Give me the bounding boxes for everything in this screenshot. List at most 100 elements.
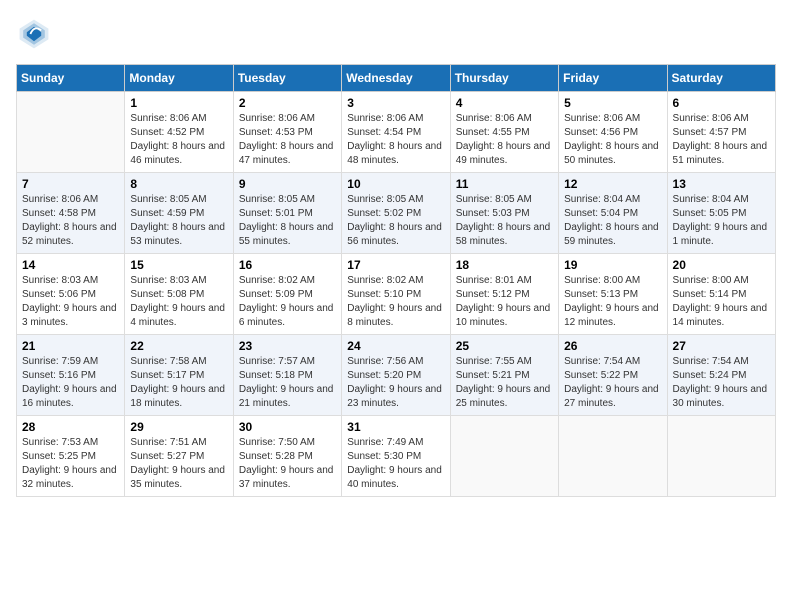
day-info: Sunrise: 8:06 AM Sunset: 4:53 PM Dayligh… (239, 112, 336, 168)
day-number: 30 (239, 420, 336, 434)
day-cell: 31 Sunrise: 7:49 AM Sunset: 5:30 PM Dayli… (342, 416, 450, 497)
day-number: 5 (564, 96, 661, 110)
day-cell: 10 Sunrise: 8:05 AM Sunset: 5:02 PM Dayli… (342, 173, 450, 254)
day-cell: 23 Sunrise: 7:57 AM Sunset: 5:18 PM Dayli… (233, 335, 341, 416)
day-number: 23 (239, 339, 336, 353)
day-number: 2 (239, 96, 336, 110)
day-number: 13 (673, 177, 770, 191)
day-cell: 1 Sunrise: 8:06 AM Sunset: 4:52 PM Daylig… (125, 92, 233, 173)
day-info: Sunrise: 7:50 AM Sunset: 5:28 PM Dayligh… (239, 436, 336, 492)
day-number: 26 (564, 339, 661, 353)
day-cell: 16 Sunrise: 8:02 AM Sunset: 5:09 PM Dayli… (233, 254, 341, 335)
day-cell (667, 416, 775, 497)
header-cell-wednesday: Wednesday (342, 65, 450, 92)
logo-icon (16, 16, 52, 52)
day-info: Sunrise: 8:06 AM Sunset: 4:54 PM Dayligh… (347, 112, 444, 168)
day-cell: 6Sunrise: 8:06 AM Sunset: 4:57 PM Daylig… (667, 92, 775, 173)
day-info: Sunrise: 8:06 AM Sunset: 4:56 PM Dayligh… (564, 112, 661, 168)
day-info: Sunrise: 8:04 AM Sunset: 5:05 PM Dayligh… (673, 193, 770, 249)
day-number: 7 (22, 177, 119, 191)
day-number: 24 (347, 339, 444, 353)
day-cell: 26Sunrise: 7:54 AM Sunset: 5:22 PM Dayli… (559, 335, 667, 416)
day-info: Sunrise: 7:55 AM Sunset: 5:21 PM Dayligh… (456, 355, 553, 411)
day-info: Sunrise: 7:58 AM Sunset: 5:17 PM Dayligh… (130, 355, 227, 411)
page-header (16, 16, 776, 52)
day-info: Sunrise: 8:01 AM Sunset: 5:12 PM Dayligh… (456, 274, 553, 330)
day-number: 28 (22, 420, 119, 434)
week-row-2: 7 Sunrise: 8:06 AM Sunset: 4:58 PM Daylig… (17, 173, 776, 254)
day-number: 15 (130, 258, 227, 272)
day-cell: 21 Sunrise: 7:59 AM Sunset: 5:16 PM Dayli… (17, 335, 125, 416)
header-cell-friday: Friday (559, 65, 667, 92)
day-info: Sunrise: 8:05 AM Sunset: 5:02 PM Dayligh… (347, 193, 444, 249)
day-cell: 17 Sunrise: 8:02 AM Sunset: 5:10 PM Dayli… (342, 254, 450, 335)
day-cell: 28Sunrise: 7:53 AM Sunset: 5:25 PM Dayli… (17, 416, 125, 497)
day-number: 10 (347, 177, 444, 191)
day-number: 14 (22, 258, 119, 272)
header-cell-tuesday: Tuesday (233, 65, 341, 92)
day-cell: 3 Sunrise: 8:06 AM Sunset: 4:54 PM Daylig… (342, 92, 450, 173)
day-number: 3 (347, 96, 444, 110)
day-cell: 14 Sunrise: 8:03 AM Sunset: 5:06 PM Dayli… (17, 254, 125, 335)
day-cell: 20Sunrise: 8:00 AM Sunset: 5:14 PM Dayli… (667, 254, 775, 335)
day-info: Sunrise: 7:59 AM Sunset: 5:16 PM Dayligh… (22, 355, 119, 411)
day-info: Sunrise: 8:05 AM Sunset: 5:01 PM Dayligh… (239, 193, 336, 249)
day-info: Sunrise: 8:00 AM Sunset: 5:13 PM Dayligh… (564, 274, 661, 330)
day-cell: 4 Sunrise: 8:06 AM Sunset: 4:55 PM Daylig… (450, 92, 558, 173)
day-cell (559, 416, 667, 497)
day-cell: 11 Sunrise: 8:05 AM Sunset: 5:03 PM Dayli… (450, 173, 558, 254)
day-number: 12 (564, 177, 661, 191)
day-cell: 7 Sunrise: 8:06 AM Sunset: 4:58 PM Daylig… (17, 173, 125, 254)
day-cell: 29Sunrise: 7:51 AM Sunset: 5:27 PM Dayli… (125, 416, 233, 497)
day-info: Sunrise: 7:57 AM Sunset: 5:18 PM Dayligh… (239, 355, 336, 411)
day-info: Sunrise: 8:02 AM Sunset: 5:10 PM Dayligh… (347, 274, 444, 330)
day-cell (17, 92, 125, 173)
day-number: 18 (456, 258, 553, 272)
day-info: Sunrise: 8:05 AM Sunset: 5:03 PM Dayligh… (456, 193, 553, 249)
day-cell: 8Sunrise: 8:05 AM Sunset: 4:59 PM Daylig… (125, 173, 233, 254)
logo (16, 16, 58, 52)
day-cell: 27Sunrise: 7:54 AM Sunset: 5:24 PM Dayli… (667, 335, 775, 416)
day-number: 31 (347, 420, 444, 434)
day-info: Sunrise: 8:06 AM Sunset: 4:52 PM Dayligh… (130, 112, 227, 168)
day-number: 29 (130, 420, 227, 434)
header-cell-thursday: Thursday (450, 65, 558, 92)
day-info: Sunrise: 8:04 AM Sunset: 5:04 PM Dayligh… (564, 193, 661, 249)
day-info: Sunrise: 8:03 AM Sunset: 5:06 PM Dayligh… (22, 274, 119, 330)
week-row-3: 14 Sunrise: 8:03 AM Sunset: 5:06 PM Dayli… (17, 254, 776, 335)
week-row-4: 21 Sunrise: 7:59 AM Sunset: 5:16 PM Dayli… (17, 335, 776, 416)
day-number: 11 (456, 177, 553, 191)
calendar-header: SundayMondayTuesdayWednesdayThursdayFrid… (17, 65, 776, 92)
day-info: Sunrise: 7:49 AM Sunset: 5:30 PM Dayligh… (347, 436, 444, 492)
day-cell: 18 Sunrise: 8:01 AM Sunset: 5:12 PM Dayli… (450, 254, 558, 335)
day-cell: 12 Sunrise: 8:04 AM Sunset: 5:04 PM Dayli… (559, 173, 667, 254)
week-row-5: 28Sunrise: 7:53 AM Sunset: 5:25 PM Dayli… (17, 416, 776, 497)
calendar-table: SundayMondayTuesdayWednesdayThursdayFrid… (16, 64, 776, 497)
day-cell: 24 Sunrise: 7:56 AM Sunset: 5:20 PM Dayli… (342, 335, 450, 416)
day-cell: 19Sunrise: 8:00 AM Sunset: 5:13 PM Dayli… (559, 254, 667, 335)
header-cell-monday: Monday (125, 65, 233, 92)
day-number: 22 (130, 339, 227, 353)
day-info: Sunrise: 8:06 AM Sunset: 4:58 PM Dayligh… (22, 193, 119, 249)
day-cell: 9 Sunrise: 8:05 AM Sunset: 5:01 PM Daylig… (233, 173, 341, 254)
week-row-1: 1 Sunrise: 8:06 AM Sunset: 4:52 PM Daylig… (17, 92, 776, 173)
day-info: Sunrise: 7:56 AM Sunset: 5:20 PM Dayligh… (347, 355, 444, 411)
day-number: 4 (456, 96, 553, 110)
day-number: 1 (130, 96, 227, 110)
day-info: Sunrise: 8:06 AM Sunset: 4:55 PM Dayligh… (456, 112, 553, 168)
day-number: 27 (673, 339, 770, 353)
day-number: 17 (347, 258, 444, 272)
day-number: 6 (673, 96, 770, 110)
day-info: Sunrise: 8:03 AM Sunset: 5:08 PM Dayligh… (130, 274, 227, 330)
day-number: 20 (673, 258, 770, 272)
day-cell: 22 Sunrise: 7:58 AM Sunset: 5:17 PM Dayli… (125, 335, 233, 416)
day-number: 21 (22, 339, 119, 353)
day-cell: 30 Sunrise: 7:50 AM Sunset: 5:28 PM Dayli… (233, 416, 341, 497)
day-cell: 2 Sunrise: 8:06 AM Sunset: 4:53 PM Daylig… (233, 92, 341, 173)
day-info: Sunrise: 8:05 AM Sunset: 4:59 PM Dayligh… (130, 193, 227, 249)
day-info: Sunrise: 8:02 AM Sunset: 5:09 PM Dayligh… (239, 274, 336, 330)
day-cell: 13 Sunrise: 8:04 AM Sunset: 5:05 PM Dayli… (667, 173, 775, 254)
day-number: 16 (239, 258, 336, 272)
day-number: 9 (239, 177, 336, 191)
day-cell: 25Sunrise: 7:55 AM Sunset: 5:21 PM Dayli… (450, 335, 558, 416)
